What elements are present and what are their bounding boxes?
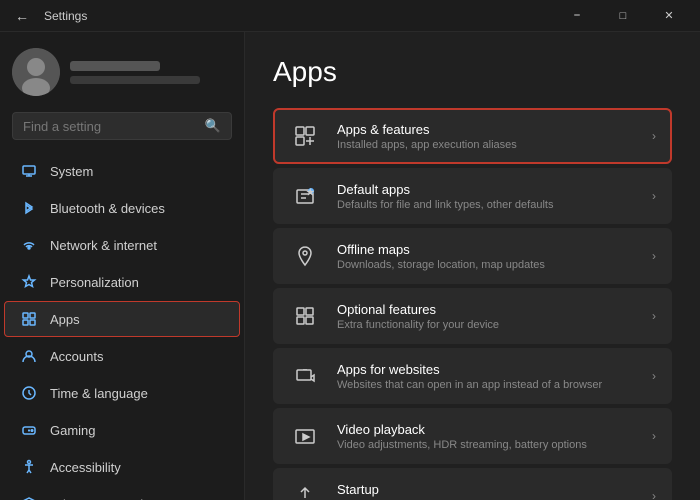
window-controls: ⎯ □ ✕ — [554, 0, 692, 32]
personalization-icon — [20, 273, 38, 291]
sidebar-item-personalization-label: Personalization — [50, 275, 139, 290]
default-apps-icon: ★ — [289, 180, 321, 212]
time-icon — [20, 384, 38, 402]
sidebar-item-accounts-label: Accounts — [50, 349, 103, 364]
gaming-icon — [20, 421, 38, 439]
apps-websites-title: Apps for websites — [337, 362, 636, 377]
settings-list: Apps & features Installed apps, app exec… — [273, 108, 672, 500]
network-icon — [20, 236, 38, 254]
profile-area[interactable] — [0, 32, 244, 108]
offline-maps-desc: Downloads, storage location, map updates — [337, 259, 636, 271]
titlebar: ← Settings ⎯ □ ✕ — [0, 0, 700, 32]
startup-title: Startup — [337, 482, 636, 497]
profile-name — [70, 61, 160, 71]
titlebar-title: Settings — [44, 9, 87, 23]
sidebar-item-accessibility[interactable]: Accessibility — [4, 449, 240, 485]
search-input[interactable] — [23, 119, 197, 134]
minimize-button[interactable]: ⎯ — [554, 0, 600, 32]
optional-features-chevron: › — [652, 309, 656, 323]
default-apps-desc: Defaults for file and link types, other … — [337, 199, 636, 211]
apps-features-icon — [289, 120, 321, 152]
app-container: 🔍 System — [0, 32, 700, 500]
offline-maps-title: Offline maps — [337, 242, 636, 257]
page-title: Apps — [273, 56, 672, 88]
apps-features-title: Apps & features — [337, 122, 636, 137]
apps-features-desc: Installed apps, app execution aliases — [337, 139, 636, 151]
sidebar-item-gaming[interactable]: Gaming — [4, 412, 240, 448]
settings-item-apps-websites[interactable]: Apps for websites Websites that can open… — [273, 348, 672, 404]
sidebar-item-personalization[interactable]: Personalization — [4, 264, 240, 300]
video-playback-desc: Video adjustments, HDR streaming, batter… — [337, 439, 636, 451]
startup-text: Startup Apps that start automatically wh… — [337, 482, 636, 500]
apps-icon — [20, 310, 38, 328]
settings-item-startup[interactable]: Startup Apps that start automatically wh… — [273, 468, 672, 500]
main-content: Apps Apps & features Installed apps, app… — [245, 32, 700, 500]
sidebar-item-network[interactable]: Network & internet — [4, 227, 240, 263]
default-apps-chevron: › — [652, 189, 656, 203]
video-playback-title: Video playback — [337, 422, 636, 437]
apps-features-chevron: › — [652, 129, 656, 143]
sidebar: 🔍 System — [0, 32, 245, 500]
settings-item-default-apps[interactable]: ★ Default apps Defaults for file and lin… — [273, 168, 672, 224]
sidebar-item-bluetooth-label: Bluetooth & devices — [50, 201, 165, 216]
apps-websites-text: Apps for websites Websites that can open… — [337, 362, 636, 391]
profile-email — [70, 76, 200, 84]
offline-maps-icon — [289, 240, 321, 272]
offline-maps-chevron: › — [652, 249, 656, 263]
startup-chevron: › — [652, 489, 656, 500]
svg-text:★: ★ — [309, 190, 313, 195]
sidebar-item-privacy-label: Privacy & security — [50, 497, 153, 500]
default-apps-text: Default apps Defaults for file and link … — [337, 182, 636, 211]
accessibility-icon — [20, 458, 38, 476]
back-button[interactable]: ← — [8, 2, 36, 30]
video-playback-chevron: › — [652, 429, 656, 443]
apps-websites-icon — [289, 360, 321, 392]
startup-icon — [289, 480, 321, 500]
settings-item-optional-features[interactable]: Optional features Extra functionality fo… — [273, 288, 672, 344]
optional-features-text: Optional features Extra functionality fo… — [337, 302, 636, 331]
settings-item-offline-maps[interactable]: Offline maps Downloads, storage location… — [273, 228, 672, 284]
privacy-icon — [20, 495, 38, 500]
sidebar-item-system-label: System — [50, 164, 93, 179]
search-box[interactable]: 🔍 — [12, 112, 232, 140]
sidebar-item-apps[interactable]: Apps — [4, 301, 240, 337]
offline-maps-text: Offline maps Downloads, storage location… — [337, 242, 636, 271]
sidebar-item-network-label: Network & internet — [50, 238, 157, 253]
sidebar-item-apps-label: Apps — [50, 312, 80, 327]
sidebar-item-accounts[interactable]: Accounts — [4, 338, 240, 374]
default-apps-title: Default apps — [337, 182, 636, 197]
bluetooth-icon — [20, 199, 38, 217]
optional-features-icon — [289, 300, 321, 332]
apps-websites-chevron: › — [652, 369, 656, 383]
video-playback-icon — [289, 420, 321, 452]
titlebar-left: ← Settings — [8, 2, 87, 30]
apps-features-text: Apps & features Installed apps, app exec… — [337, 122, 636, 151]
sidebar-item-accessibility-label: Accessibility — [50, 460, 121, 475]
sidebar-item-privacy[interactable]: Privacy & security — [4, 486, 240, 500]
profile-info — [70, 61, 232, 84]
optional-features-title: Optional features — [337, 302, 636, 317]
settings-item-apps-features[interactable]: Apps & features Installed apps, app exec… — [273, 108, 672, 164]
accounts-icon — [20, 347, 38, 365]
sidebar-item-time[interactable]: Time & language — [4, 375, 240, 411]
sidebar-item-system[interactable]: System — [4, 153, 240, 189]
sidebar-item-time-label: Time & language — [50, 386, 148, 401]
avatar — [12, 48, 60, 96]
close-button[interactable]: ✕ — [646, 0, 692, 32]
nav-list: System Bluetooth & devices — [0, 152, 244, 500]
settings-item-video-playback[interactable]: Video playback Video adjustments, HDR st… — [273, 408, 672, 464]
system-icon — [20, 162, 38, 180]
apps-websites-desc: Websites that can open in an app instead… — [337, 379, 636, 391]
search-container: 🔍 — [0, 108, 244, 152]
search-icon: 🔍 — [205, 118, 221, 134]
video-playback-text: Video playback Video adjustments, HDR st… — [337, 422, 636, 451]
maximize-button[interactable]: □ — [600, 0, 646, 32]
sidebar-item-bluetooth[interactable]: Bluetooth & devices — [4, 190, 240, 226]
sidebar-item-gaming-label: Gaming — [50, 423, 96, 438]
optional-features-desc: Extra functionality for your device — [337, 319, 636, 331]
